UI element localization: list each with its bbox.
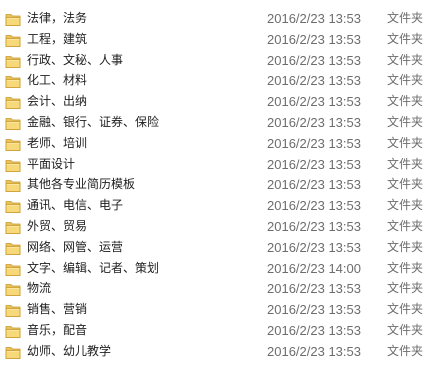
file-name[interactable]: 幼师、幼儿教学 [27, 341, 257, 362]
file-name[interactable]: 外贸、贸易 [27, 216, 257, 237]
folder-icon [5, 53, 21, 69]
modified-date: 2016/2/23 13:53 [267, 343, 361, 359]
folder-icon [5, 136, 21, 152]
file-name[interactable]: 销售、营销 [27, 299, 257, 320]
modified-date: 2016/2/23 13:53 [267, 177, 361, 193]
file-row[interactable]: 网络、网管、运营 2016/2/23 13:53 文件夹 [0, 237, 441, 258]
folder-icon [5, 115, 21, 131]
file-type: 文件夹 [387, 281, 424, 296]
folder-icon [5, 302, 21, 318]
file-type: 文件夹 [387, 302, 424, 317]
folder-icon [5, 344, 21, 360]
modified-date: 2016/2/23 13:53 [267, 302, 361, 318]
file-type: 文件夹 [387, 219, 424, 233]
folder-icon [5, 73, 21, 89]
file-name[interactable]: 物流 [27, 278, 257, 299]
folder-icon [5, 32, 21, 48]
file-name[interactable]: 法律，法务 [27, 8, 257, 29]
modified-date: 2016/2/23 13:53 [267, 73, 361, 89]
file-row[interactable]: 通讯、电信、电子 2016/2/23 13:53 文件夹 [0, 195, 441, 216]
file-name[interactable]: 金融、银行、证券、保险 [27, 112, 257, 133]
file-row[interactable]: 物流 2016/2/23 13:53 文件夹 [0, 278, 441, 299]
file-type: 文件夹 [387, 135, 424, 150]
file-name[interactable]: 通讯、电信、电子 [27, 195, 257, 216]
file-type: 文件夹 [387, 94, 424, 109]
file-row[interactable]: 老师、培训 2016/2/23 13:53 文件夹 [0, 133, 441, 154]
folder-icon [5, 219, 21, 235]
file-row[interactable]: 法律，法务 2016/2/23 13:53 文件夹 [0, 8, 441, 29]
file-type: 文件夹 [387, 198, 424, 213]
file-type: 文件夹 [387, 52, 424, 67]
folder-icon [5, 198, 21, 214]
file-row[interactable]: 文字、编辑、记者、策划 2016/2/23 14:00 文件夹 [0, 258, 441, 279]
file-type: 文件夹 [387, 260, 424, 275]
file-row[interactable]: 金融、银行、证券、保险 2016/2/23 13:53 文件夹 [0, 112, 441, 133]
file-name[interactable]: 其他各专业简历模板 [27, 174, 257, 195]
modified-date: 2016/2/23 13:53 [267, 135, 361, 151]
file-row[interactable]: 工程，建筑 2016/2/23 13:53 文件夹 [0, 29, 441, 50]
file-list: 法律，法务 2016/2/23 13:53 文件夹 工程，建筑 2016/2/23 13… [0, 0, 441, 390]
file-row[interactable]: 会计、出纳 2016/2/23 13:53 文件夹 [0, 91, 441, 112]
modified-date: 2016/2/23 13:53 [267, 94, 361, 110]
file-name[interactable]: 平面设计 [27, 154, 257, 175]
file-row[interactable]: 幼师、幼儿教学 2016/2/23 13:53 文件夹 [0, 341, 441, 362]
folder-icon [5, 240, 21, 256]
folder-icon [5, 94, 21, 110]
file-name[interactable]: 行政、文秘、人事 [27, 50, 257, 71]
file-row[interactable]: 化工、材料 2016/2/23 13:53 文件夹 [0, 70, 441, 91]
file-row[interactable]: 外贸、贸易 2016/2/23 13:53 文件夹 [0, 216, 441, 237]
modified-date: 2016/2/23 13:53 [267, 281, 361, 297]
modified-date: 2016/2/23 13:53 [267, 115, 361, 130]
file-type: 文件夹 [387, 115, 424, 129]
folder-icon [5, 157, 21, 173]
file-type: 文件夹 [387, 73, 424, 88]
file-name[interactable]: 音乐，配音 [27, 320, 257, 341]
file-row[interactable]: 销售、营销 2016/2/23 13:53 文件夹 [0, 299, 441, 320]
file-type: 文件夹 [387, 11, 424, 25]
file-name[interactable]: 会计、出纳 [27, 91, 257, 112]
file-row[interactable]: 平面设计 2016/2/23 13:53 文件夹 [0, 154, 441, 175]
file-type: 文件夹 [387, 156, 424, 171]
file-name[interactable]: 工程，建筑 [27, 29, 257, 50]
file-name[interactable]: 老师、培训 [27, 133, 257, 154]
file-name[interactable]: 网络、网管、运营 [27, 237, 257, 258]
modified-date: 2016/2/23 14:00 [267, 260, 361, 276]
file-type: 文件夹 [387, 323, 424, 337]
folder-icon [5, 177, 21, 193]
modified-date: 2016/2/23 13:53 [267, 219, 361, 234]
file-row[interactable]: 行政、文秘、人事 2016/2/23 13:53 文件夹 [0, 50, 441, 71]
file-name[interactable]: 化工、材料 [27, 70, 257, 91]
file-type: 文件夹 [387, 343, 424, 358]
modified-date: 2016/2/23 13:53 [267, 31, 361, 47]
file-row[interactable]: 其他各专业简历模板 2016/2/23 13:53 文件夹 [0, 174, 441, 195]
file-type: 文件夹 [387, 31, 424, 46]
modified-date: 2016/2/23 13:53 [267, 323, 361, 338]
folder-icon [5, 261, 21, 277]
modified-date: 2016/2/23 13:53 [267, 11, 361, 26]
file-type: 文件夹 [387, 239, 424, 254]
modified-date: 2016/2/23 13:53 [267, 156, 361, 172]
modified-date: 2016/2/23 13:53 [267, 239, 361, 255]
file-row[interactable]: 音乐，配音 2016/2/23 13:53 文件夹 [0, 320, 441, 341]
modified-date: 2016/2/23 13:53 [267, 52, 361, 68]
folder-icon [5, 323, 21, 339]
folder-icon [5, 11, 21, 27]
modified-date: 2016/2/23 13:53 [267, 198, 361, 214]
file-name[interactable]: 文字、编辑、记者、策划 [27, 258, 257, 279]
folder-icon [5, 281, 21, 297]
file-type: 文件夹 [387, 177, 424, 192]
